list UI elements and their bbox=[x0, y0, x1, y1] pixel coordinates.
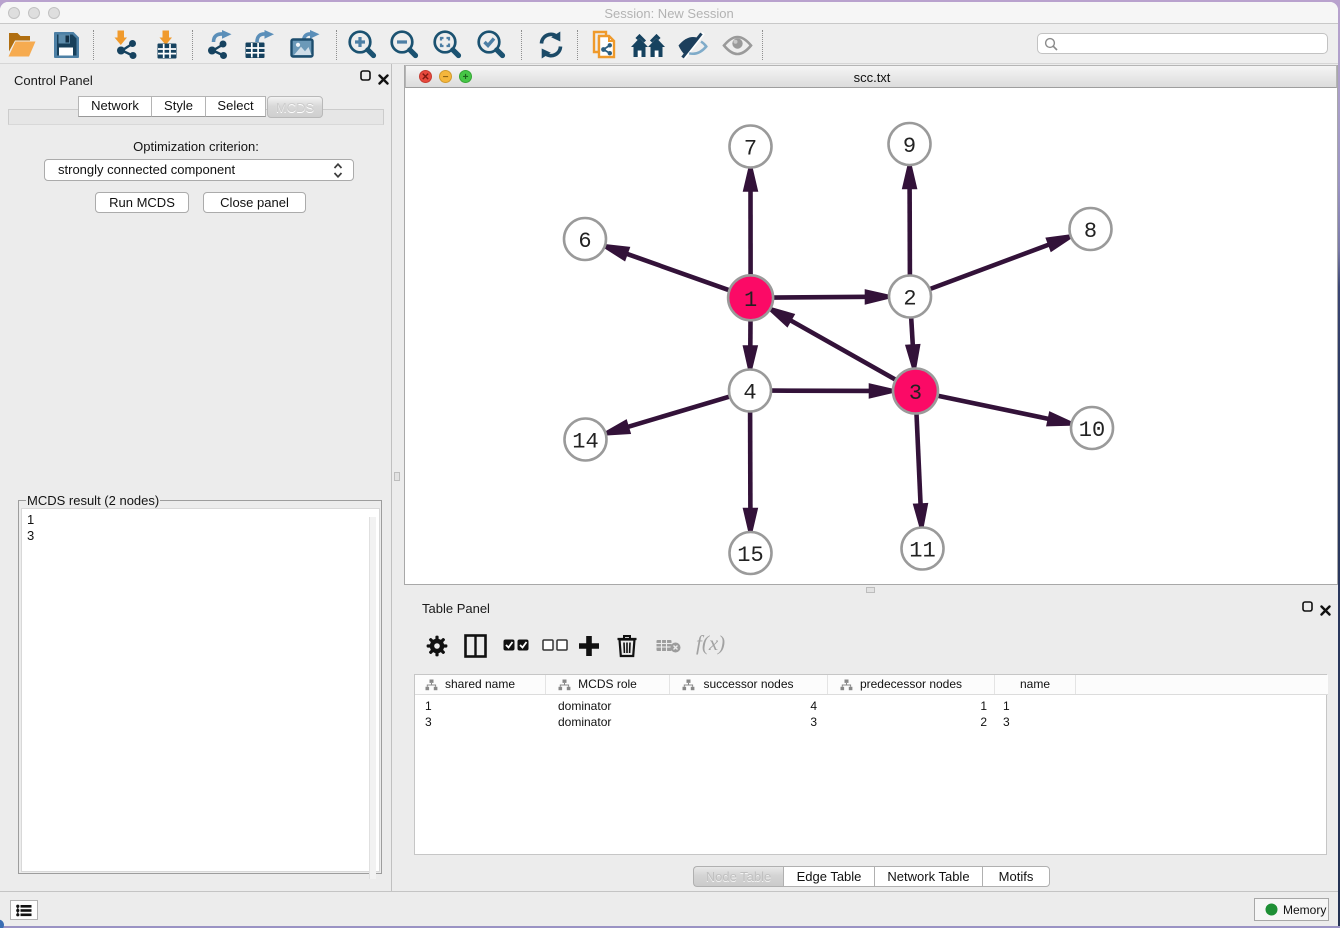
svg-text:7: 7 bbox=[744, 137, 757, 162]
svg-text:11: 11 bbox=[909, 539, 935, 564]
svg-text:2: 2 bbox=[903, 287, 916, 312]
svg-text:15: 15 bbox=[737, 543, 763, 568]
svg-text:14: 14 bbox=[572, 430, 598, 455]
svg-text:3: 3 bbox=[909, 381, 922, 406]
svg-text:4: 4 bbox=[743, 381, 756, 406]
svg-text:1: 1 bbox=[744, 288, 757, 313]
svg-text:10: 10 bbox=[1079, 418, 1105, 443]
svg-text:6: 6 bbox=[578, 229, 591, 254]
svg-text:9: 9 bbox=[903, 134, 916, 159]
svg-text:8: 8 bbox=[1084, 219, 1097, 244]
